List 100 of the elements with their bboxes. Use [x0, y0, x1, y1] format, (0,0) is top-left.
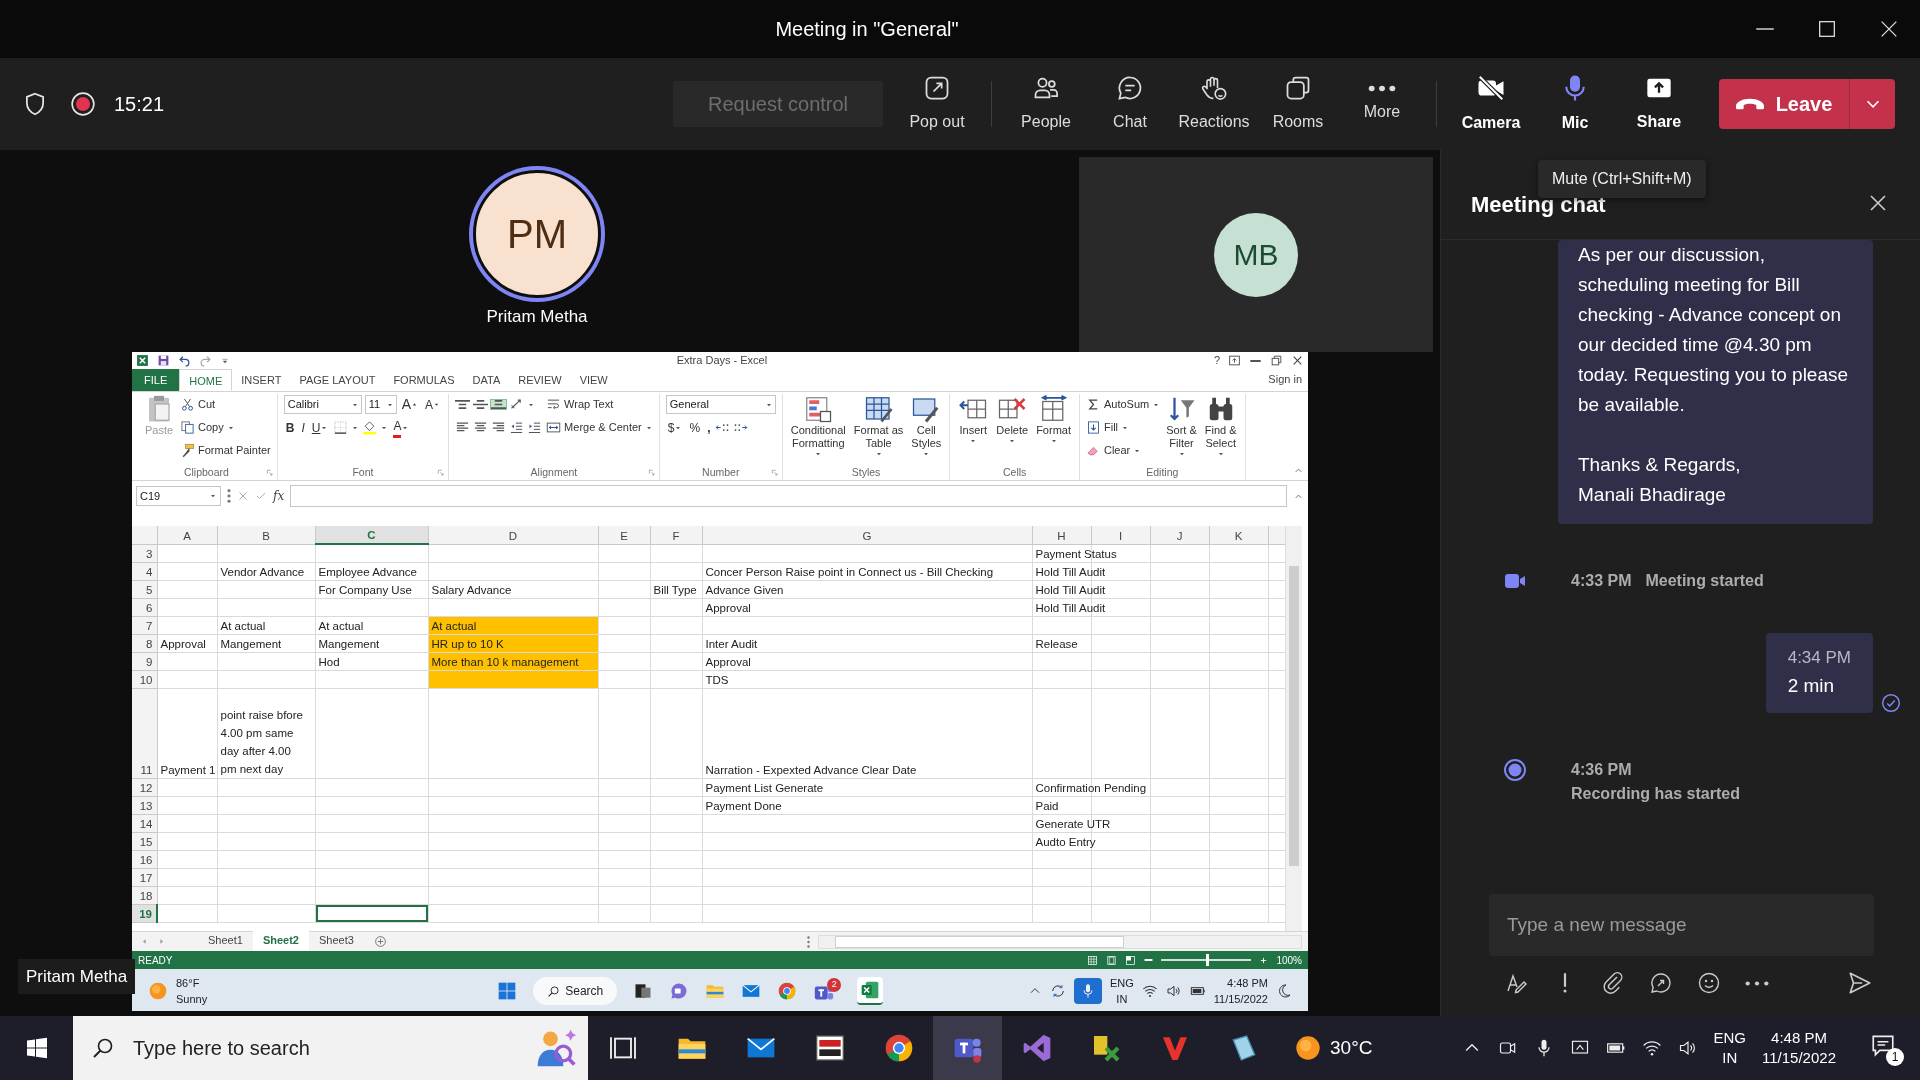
font-field[interactable]: Calibri	[283, 395, 362, 414]
horizontal-scrollbar[interactable]	[817, 934, 1302, 949]
bold-button[interactable]: B	[283, 418, 297, 437]
save-icon[interactable]	[157, 354, 170, 367]
active-cell[interactable]	[315, 904, 428, 922]
decrease-indent-button[interactable]	[509, 420, 525, 435]
align-top-button[interactable]	[455, 400, 471, 409]
notifications-button[interactable]: 1	[1868, 1030, 1904, 1066]
font-color-button[interactable]: A	[391, 417, 412, 438]
browser-icon[interactable]	[777, 981, 798, 1001]
attach-icon[interactable]	[1601, 971, 1625, 995]
normal-view-icon[interactable]	[1087, 954, 1099, 966]
column-header[interactable]: K	[1209, 526, 1268, 544]
clear-button[interactable]: Clear	[1085, 442, 1142, 459]
spreadsheet-app-icon[interactable]	[860, 980, 881, 1000]
name-box[interactable]: C19	[136, 486, 221, 506]
sign-in-link[interactable]: Sign in	[1268, 372, 1302, 385]
cell-styles-button[interactable]: Cell Styles	[909, 394, 944, 458]
ribbon-tab[interactable]: INSERT	[232, 369, 291, 391]
share-button[interactable]: Share	[1617, 64, 1701, 144]
underline-button[interactable]: U	[309, 418, 331, 437]
loop-icon[interactable]	[1649, 971, 1673, 995]
people-button[interactable]: People	[1004, 64, 1088, 144]
volume-icon[interactable]	[1677, 1038, 1698, 1058]
currency-button[interactable]: $	[665, 418, 685, 437]
shrink-font-button[interactable]: A	[423, 395, 443, 414]
align-middle-button[interactable]	[473, 400, 489, 409]
align-bottom-button[interactable]	[491, 400, 507, 409]
copy-button[interactable]: Copy	[180, 419, 235, 436]
increase-indent-button[interactable]	[527, 420, 543, 435]
autosum-button[interactable]: AutoSum	[1085, 396, 1161, 413]
message-field[interactable]: Type a new message	[1489, 894, 1874, 956]
column-header[interactable]: D	[428, 526, 598, 544]
pop-out-button[interactable]: Pop out	[895, 64, 979, 144]
add-sheet-icon[interactable]	[373, 935, 387, 948]
grow-font-button[interactable]: A	[399, 394, 421, 415]
send-icon[interactable]	[1847, 970, 1873, 996]
format-as-table-button[interactable]: Format as Table	[851, 394, 906, 458]
search-field[interactable]: Type here to search	[131, 1032, 431, 1064]
wrap-text-button[interactable]: Wrap Text	[546, 396, 614, 413]
fill-button[interactable]: Fill	[1085, 419, 1130, 436]
column-header[interactable]: I	[1091, 526, 1150, 544]
column-header[interactable]: C	[315, 526, 428, 544]
number-format-field[interactable]: General	[665, 395, 776, 414]
file-tab[interactable]: FILE	[132, 369, 180, 391]
volume-icon[interactable]	[1165, 983, 1182, 999]
sync-icon[interactable]	[1049, 983, 1066, 999]
search-button[interactable]: Search	[533, 977, 618, 1005]
sheet-tab[interactable]: Sheet1	[198, 930, 253, 953]
column-header[interactable]: B	[217, 526, 315, 544]
restore-icon[interactable]	[1270, 354, 1283, 367]
zoom-slider-thumb[interactable]	[1206, 954, 1210, 966]
more-button[interactable]: More	[1340, 64, 1424, 144]
minimize-icon[interactable]	[1249, 359, 1262, 362]
more-icon[interactable]	[1745, 980, 1769, 986]
undo-icon[interactable]	[178, 354, 191, 367]
sheet-tab[interactable]: Sheet2	[252, 930, 309, 953]
insert-button[interactable]: Insert	[956, 394, 991, 445]
format-painter-button[interactable]: Format Painter	[180, 442, 271, 459]
page-break-icon[interactable]	[1125, 954, 1137, 966]
ribbon-tab[interactable]: VIEW	[570, 369, 617, 391]
delete-button[interactable]: Delete	[994, 394, 1031, 445]
ribbon-tab[interactable]: HOME	[179, 369, 233, 391]
sort-filter-button[interactable]: Sort & Filter	[1164, 394, 1199, 458]
mic-button[interactable]: Mic	[1533, 64, 1617, 144]
sheet-tab[interactable]: Sheet3	[308, 930, 364, 953]
insert-function-button[interactable]: fx	[273, 487, 285, 505]
cut-button[interactable]: Cut	[180, 396, 216, 413]
weather-button[interactable]: 30°C	[1294, 1033, 1373, 1063]
start-icon[interactable]	[497, 981, 518, 1001]
moon-icon[interactable]	[1276, 983, 1292, 999]
ribbon-tab[interactable]: DATA	[463, 369, 510, 391]
teams-button[interactable]	[933, 1016, 1002, 1080]
search-bar[interactable]: Type here to search	[73, 1016, 588, 1080]
clock[interactable]: 4:48 PM 11/15/2022	[1762, 1028, 1836, 1068]
row-header[interactable]: 11	[132, 688, 157, 778]
zoom-level[interactable]: 100%	[1276, 952, 1302, 968]
ribbon-tab[interactable]: REVIEW	[509, 369, 571, 391]
help-button[interactable]: ?	[1213, 352, 1220, 369]
fill-color-button[interactable]	[362, 420, 389, 435]
format-button[interactable]: Format	[1034, 394, 1073, 445]
camera-button[interactable]: Camera	[1449, 64, 1533, 144]
language-indicator[interactable]: ENG IN	[1713, 1028, 1747, 1068]
comma-button[interactable]: ,	[705, 418, 713, 437]
ribbon-tab[interactable]: FORMULAS	[384, 369, 464, 391]
borders-button[interactable]	[333, 420, 360, 435]
page-layout-icon[interactable]	[1106, 954, 1118, 966]
column-header[interactable]: A	[157, 526, 217, 544]
column-header[interactable]: H	[1032, 526, 1091, 544]
column-header[interactable]: G	[702, 526, 1032, 544]
task-view-icon[interactable]	[633, 981, 654, 1001]
conditional-formatting-button[interactable]: Conditional Formatting	[788, 394, 848, 458]
vertical-scrollbar[interactable]	[1285, 526, 1302, 931]
column-header[interactable]: J	[1150, 526, 1209, 544]
find-select-button[interactable]: Find & Select	[1202, 394, 1239, 458]
formula-field[interactable]	[290, 485, 1287, 507]
ribbon-tab[interactable]: PAGE LAYOUT	[290, 369, 385, 391]
merge-center-button[interactable]: Merge & Center	[546, 419, 653, 436]
wifi-icon[interactable]	[1141, 983, 1158, 999]
zoom-in-icon[interactable]	[1259, 955, 1269, 965]
